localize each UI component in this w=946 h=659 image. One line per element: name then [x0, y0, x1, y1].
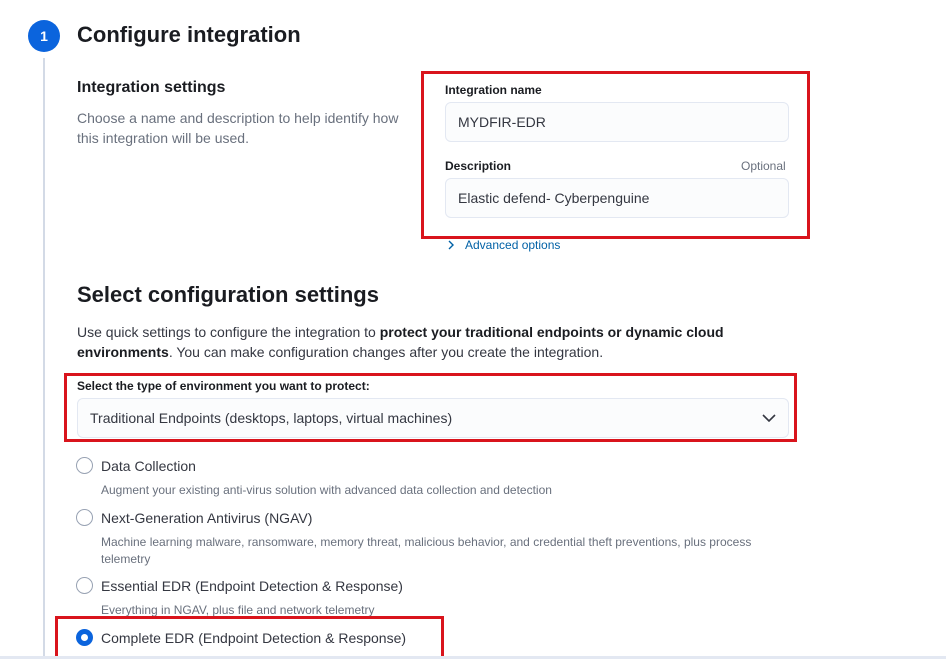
radio-option-description: Machine learning malware, ransomware, me…	[101, 535, 752, 566]
radio-option-essential-edr[interactable]: Essential EDR (Endpoint Detection & Resp…	[76, 577, 403, 594]
advanced-options-toggle[interactable]: Advanced options	[447, 238, 560, 252]
configuration-settings-title: Select configuration settings	[77, 282, 379, 307]
radio-option-description: Augment your existing anti-virus solutio…	[101, 483, 552, 497]
radio-option-label: Essential EDR (Endpoint Detection & Resp…	[101, 577, 403, 594]
step-connector-line	[43, 58, 45, 659]
highlight-box-complete-edr	[55, 616, 444, 659]
advanced-options-label: Advanced options	[465, 238, 561, 252]
radio-option-label: Data Collection	[101, 457, 196, 474]
radio-button[interactable]	[76, 509, 93, 526]
radio-option-ngav[interactable]: Next-Generation Antivirus (NGAV)	[76, 509, 312, 526]
radio-option-label: Next-Generation Antivirus (NGAV)	[101, 509, 313, 526]
config-desc-text-end: . You can make configuration changes aft…	[168, 344, 604, 360]
radio-button[interactable]	[76, 457, 93, 474]
step-number-badge: 1	[28, 20, 60, 52]
highlight-box-integration-fields	[421, 71, 810, 239]
radio-option-data-collection[interactable]: Data Collection	[76, 457, 196, 474]
chevron-right-icon	[448, 240, 454, 250]
integration-settings-description: Choose a name and description to help id…	[77, 110, 399, 146]
radio-button[interactable]	[76, 577, 93, 594]
integration-settings-title: Integration settings	[77, 79, 226, 96]
config-desc-text: Use quick settings to configure the inte…	[77, 324, 380, 340]
configuration-settings-description: Use quick settings to configure the inte…	[77, 322, 777, 362]
highlight-box-environment	[64, 373, 797, 442]
step-title: Configure integration	[77, 22, 301, 47]
